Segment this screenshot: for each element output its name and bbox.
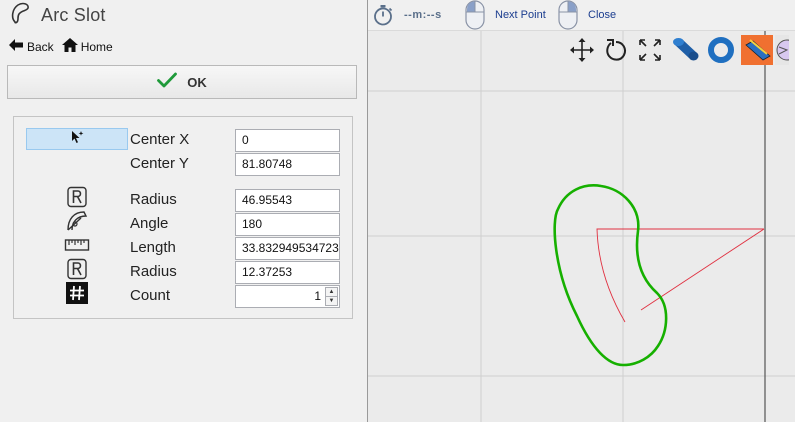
panel-title: Arc Slot [41, 4, 106, 25]
count-label: Count [130, 287, 171, 304]
wireframe-view-icon[interactable] [741, 34, 773, 70]
solid-view-icon[interactable] [671, 36, 701, 69]
count-value: 1 [314, 289, 321, 303]
viewport-toolbar [569, 34, 795, 69]
top-toolbar: --m:--s Next Point Close [368, 0, 795, 31]
slot-radius-input[interactable]: 12.37253 [235, 261, 340, 284]
radius-icon [66, 186, 88, 213]
ok-label: OK [187, 74, 207, 90]
pick-point-button[interactable] [26, 128, 128, 150]
close-hint[interactable]: Close [588, 0, 616, 30]
length-row: Length 33.832949534723 [14, 236, 352, 260]
panel-header: Arc Slot [10, 2, 106, 29]
stopwatch-icon [372, 0, 394, 30]
radius-icon-cell [26, 186, 128, 213]
cad-viewport[interactable] [368, 31, 795, 422]
home-icon [61, 38, 78, 55]
slot-radius-icon-cell [26, 258, 128, 285]
arrow-left-icon [8, 38, 24, 55]
center-x-row: Center X 0 [14, 128, 352, 152]
angle-input[interactable]: 180 [235, 213, 340, 236]
angle-icon [65, 210, 89, 237]
radius-icon [66, 258, 88, 285]
radius-label: Radius [130, 191, 177, 208]
fit-view-icon[interactable] [637, 37, 663, 68]
right-mouse-icon [556, 0, 580, 30]
timer-readout: --m:--s [404, 9, 442, 21]
angle-row: Angle 180 [14, 210, 352, 237]
next-point-hint[interactable]: Next Point [495, 0, 546, 30]
cursor-pick-icon [70, 130, 84, 149]
angle-label: Angle [130, 215, 169, 232]
rotate-icon[interactable] [603, 37, 629, 68]
ruler-icon [64, 237, 90, 258]
arc-slot-outline [553, 184, 668, 367]
properties-panel: Arc Slot Back Home OK Center X 0 Center … [0, 0, 367, 422]
count-row: Count 1 ▲ ▼ [14, 281, 352, 309]
slot-radius-row: Radius 12.37253 [14, 258, 352, 285]
angle-icon-cell [26, 210, 128, 237]
count-icon-cell [26, 281, 128, 309]
center-y-label: Center Y [130, 155, 189, 172]
hash-icon [66, 281, 88, 309]
drawing-canvas[interactable] [368, 31, 795, 422]
check-icon [157, 72, 178, 93]
sphere-view-icon[interactable] [775, 34, 795, 70]
parameter-group: Center X 0 Center Y 81.80748 Radius 46.9… [13, 116, 353, 319]
length-label: Length [130, 239, 176, 256]
center-x-label: Center X [130, 131, 190, 148]
spin-up-button[interactable]: ▲ [326, 288, 337, 296]
back-label: Back [27, 39, 54, 54]
count-stepper[interactable]: 1 ▲ ▼ [235, 285, 340, 308]
length-input[interactable]: 33.832949534723 [235, 237, 340, 260]
navigation-bar: Back Home [8, 38, 113, 55]
ring-view-icon[interactable] [707, 36, 735, 69]
construction-guides [596, 228, 765, 323]
arc-slot-app: Arc Slot Back Home OK Center X 0 Center … [0, 0, 795, 422]
spin-down-button[interactable]: ▼ [326, 296, 337, 305]
grid [368, 31, 795, 422]
home-button[interactable]: Home [61, 38, 113, 55]
radius-row: Radius 46.95543 [14, 186, 352, 213]
center-x-input[interactable]: 0 [235, 129, 340, 152]
move-icon[interactable] [569, 37, 595, 68]
home-label: Home [80, 39, 113, 54]
count-spinner: ▲ ▼ [325, 287, 338, 306]
length-icon-cell [26, 236, 128, 258]
center-y-row: Center Y 81.80748 [14, 152, 352, 176]
radius-input[interactable]: 46.95543 [235, 189, 340, 212]
arc-slot-icon [10, 2, 32, 29]
ok-button[interactable]: OK [7, 65, 357, 99]
slot-radius-label: Radius [130, 263, 177, 280]
back-button[interactable]: Back [8, 38, 54, 55]
left-mouse-icon [463, 0, 487, 30]
center-y-input[interactable]: 81.80748 [235, 153, 340, 176]
